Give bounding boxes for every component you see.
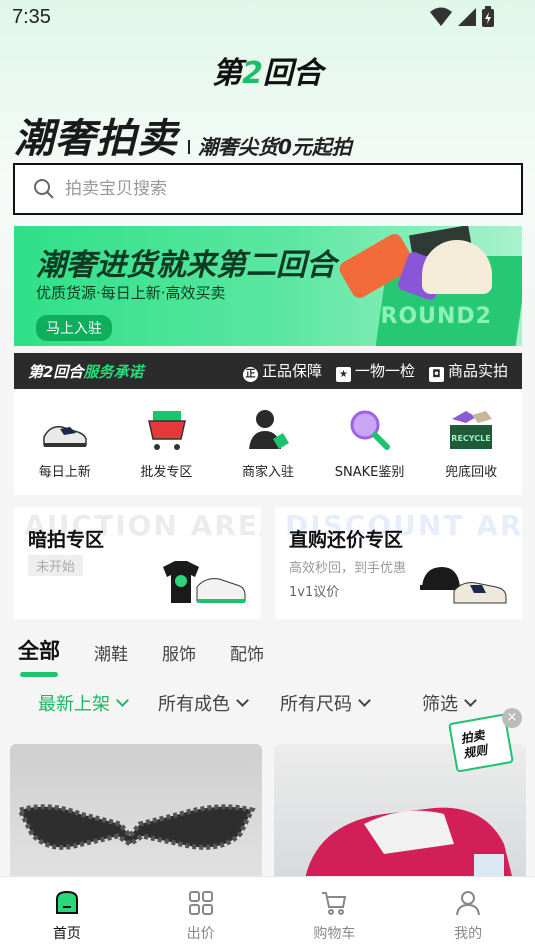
- promise-item-label: 正品保障: [261, 362, 322, 380]
- logo-prefix: 第: [212, 56, 243, 91]
- promise-title-suffix: 服务承诺: [83, 362, 144, 381]
- bottom-navigation: 首页 出价 购物车 我的: [0, 876, 535, 951]
- close-icon[interactable]: ×: [502, 708, 522, 728]
- status-time: 7:35: [12, 6, 51, 28]
- auction-rules-badge[interactable]: 拍卖 规则 ×: [448, 708, 522, 773]
- star-badge-icon: ★: [335, 367, 351, 382]
- promise-item-photo: ◘ 商品实拍: [428, 360, 508, 382]
- filter-bar: 最新上架 所有成色 所有尺码 筛选: [38, 690, 518, 716]
- promo-banner[interactable]: ROUND2 潮奢进货就来第二回合 优质货源·每日上新·高效买卖 马上入驻: [14, 226, 522, 346]
- auction-status-badge: 未开始: [28, 555, 84, 576]
- category-grid: 每日上新 批发专区 商家入驻 SNAKE鉴别 RECYCLE 兜底回收: [14, 389, 522, 495]
- promise-title-prefix: 第2回合: [28, 362, 84, 381]
- search-input[interactable]: [65, 179, 465, 199]
- promise-items: 正正品保障 ★ 一物一检 ◘ 商品实拍: [242, 360, 508, 382]
- recycle-box-icon: RECYCLE: [450, 411, 493, 449]
- nav-bid[interactable]: 出价: [134, 877, 268, 951]
- auction-zone-title: 暗拍专区: [28, 529, 105, 551]
- chevron-down-icon: [464, 693, 477, 707]
- nav-label: 购物车: [313, 926, 356, 942]
- category-wholesale[interactable]: 批发专区: [116, 389, 218, 495]
- category-label: 商家入驻: [241, 465, 294, 480]
- user-icon: [456, 891, 481, 916]
- category-label: SNAKE鉴别: [334, 465, 405, 480]
- category-label: 兜底回收: [445, 465, 498, 480]
- slogan: 潮奢拍卖 潮奢尖货0元起拍: [14, 106, 352, 164]
- chevron-down-icon: [116, 693, 129, 707]
- category-merchant[interactable]: 商家入驻: [217, 389, 319, 495]
- merchant-icon: [248, 410, 289, 449]
- banner-title: 潮奢进货就来第二回合: [36, 248, 336, 283]
- banner-subtitle: 优质货源·每日上新·高效买卖: [36, 284, 226, 302]
- promise-item-inspect: ★ 一物一检: [335, 360, 415, 382]
- category-label: 每日上新: [38, 465, 91, 480]
- slogan-divider: [188, 140, 190, 154]
- nav-cart[interactable]: 购物车: [268, 877, 402, 951]
- tab-apparel[interactable]: 服饰: [162, 640, 196, 665]
- promise-item-genuine: 正正品保障: [242, 360, 322, 382]
- category-tabs: 全部 潮鞋 服饰 配饰: [18, 635, 264, 677]
- status-icons: [429, 6, 495, 28]
- category-recycle[interactable]: RECYCLE 兜底回收: [420, 389, 522, 495]
- promise-item-label: 一物一检: [354, 362, 415, 380]
- battery-icon: [482, 6, 494, 27]
- tshirt-sneaker-image: [163, 561, 246, 603]
- direct-zone-desc: 高效秒回，到手优惠: [289, 561, 407, 576]
- cap-sneaker-image: [420, 567, 507, 604]
- category-daily-new[interactable]: 每日上新: [14, 389, 116, 495]
- category-label: 批发专区: [140, 465, 193, 480]
- search-icon: [34, 179, 54, 199]
- home-icon: [55, 890, 78, 914]
- nav-label: 我的: [454, 926, 483, 942]
- logo-number: 2: [242, 56, 263, 91]
- filter-latest[interactable]: 最新上架: [38, 690, 158, 716]
- slogan-main: 潮奢拍卖: [14, 116, 178, 162]
- nav-label: 出价: [186, 926, 215, 942]
- join-now-button[interactable]: 马上入驻: [36, 315, 112, 341]
- chevron-down-icon: [236, 693, 249, 707]
- promise-item-label: 商品实拍: [447, 362, 508, 380]
- rules-text: 拍卖 规则: [460, 728, 489, 762]
- shopping-cart-icon: [148, 411, 187, 450]
- sunglasses-image: [16, 804, 256, 850]
- magnifier-icon: [350, 410, 390, 450]
- banner-cap-image: [422, 240, 492, 294]
- tab-all[interactable]: 全部: [18, 635, 60, 677]
- nav-me[interactable]: 我的: [401, 877, 535, 951]
- filter-condition[interactable]: 所有成色: [158, 690, 280, 716]
- zone-cards: AUCTION AREA 暗拍专区 未开始 DISCOUNT AREA 直购还价…: [14, 507, 522, 619]
- direct-zone-title: 直购还价专区: [289, 529, 404, 551]
- auction-zone-card[interactable]: AUCTION AREA 暗拍专区 未开始: [14, 507, 261, 619]
- filter-label: 所有成色: [158, 694, 230, 715]
- svg-text:RECYCLE: RECYCLE: [451, 434, 490, 443]
- sneaker-icon: [43, 425, 87, 447]
- service-promise-bar[interactable]: 第2回合服务承诺 正正品保障 ★ 一物一检 ◘ 商品实拍: [14, 353, 522, 389]
- grid-icon: [188, 891, 213, 915]
- logo-suffix: 回合: [262, 56, 323, 91]
- tab-sneakers[interactable]: 潮鞋: [94, 640, 128, 665]
- nav-home[interactable]: 首页: [0, 877, 134, 951]
- cart-icon: [322, 892, 347, 915]
- filter-label: 所有尺码: [280, 694, 352, 715]
- product-card[interactable]: [10, 744, 262, 884]
- slogan-sub: 潮奢尖货0元起拍: [198, 135, 352, 159]
- promise-title: 第2回合服务承诺: [28, 361, 143, 382]
- chevron-down-icon: [358, 693, 371, 707]
- tab-accessories[interactable]: 配饰: [230, 640, 264, 665]
- signal-icon: [458, 8, 476, 26]
- genuine-icon: 正: [242, 367, 258, 382]
- nav-label: 首页: [52, 926, 81, 942]
- app-logo: 第2回合: [0, 48, 535, 92]
- category-snake-authenticate[interactable]: SNAKE鉴别: [319, 389, 421, 495]
- camera-icon: ◘: [428, 367, 444, 382]
- status-bar: 7:35: [0, 0, 535, 38]
- direct-zone-desc2: 1v1议价: [289, 585, 340, 600]
- filter-size[interactable]: 所有尺码: [280, 690, 422, 716]
- direct-buy-zone-card[interactable]: DISCOUNT AREA 直购还价专区 高效秒回，到手优惠 1v1议价: [275, 507, 522, 619]
- wifi-icon: [430, 7, 452, 26]
- search-bar[interactable]: [13, 163, 523, 215]
- filter-label: 最新上架: [38, 694, 110, 715]
- banner-box-text: ROUND2: [380, 304, 492, 329]
